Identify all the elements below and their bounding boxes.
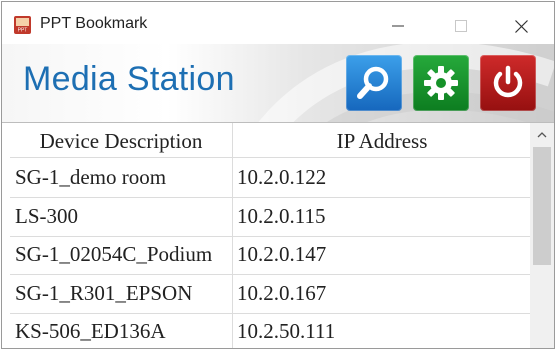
device-description: KS-506_ED136A [15,319,166,343]
table-row[interactable]: SG-1_demo room 10.2.0.122 [10,159,530,198]
device-description: SG-1_demo room [15,165,167,189]
scrollbar-thumb[interactable] [533,147,551,265]
maximize-icon [455,20,467,32]
power-icon [493,65,523,98]
minimize-icon [392,25,404,27]
ip-address: 10.2.50.111 [237,319,336,343]
device-description: SG-1_R301_EPSON [15,281,193,305]
ip-address: 10.2.0.115 [237,204,326,228]
gear-icon [424,66,458,100]
power-button[interactable] [480,55,536,111]
app-window: PPT PPT Bookmark Media Station Device De… [1,1,555,349]
table-row[interactable]: SG-1_R301_EPSON 10.2.0.167 [10,275,530,314]
window-title: PPT Bookmark [40,15,148,32]
table-row[interactable]: KS-506_ED136A 10.2.50.111 [10,313,530,348]
column-header-ip[interactable]: IP Address [234,129,530,154]
app-icon-text: PPT [18,28,28,34]
ip-address: 10.2.0.122 [237,165,327,189]
search-button[interactable] [346,55,402,111]
close-icon [514,19,528,33]
column-header-description[interactable]: Device Description [10,129,232,154]
device-description: LS-300 [15,204,78,228]
device-table: Device Description IP Address SG-1_demo … [2,122,554,348]
settings-button[interactable] [413,55,469,111]
maximize-button[interactable] [438,8,484,44]
minimize-button[interactable] [375,8,421,44]
title-bar[interactable]: PPT PPT Bookmark [2,2,554,48]
device-description: SG-1_02054C_Podium [15,242,213,266]
scroll-up-button[interactable] [530,123,554,145]
presentation-app-icon: PPT [14,16,31,34]
vertical-scrollbar[interactable] [530,123,554,348]
ip-address: 10.2.0.147 [237,242,327,266]
close-button[interactable] [498,8,544,44]
magnifier-icon [357,66,389,99]
table-row[interactable]: SG-1_02054C_Podium 10.2.0.147 [10,236,530,275]
page-title: Media Station [23,60,235,98]
table-row[interactable]: LS-300 10.2.0.115 [10,198,530,237]
app-header: Media Station [2,44,554,122]
chevron-up-icon [537,131,547,137]
ip-address: 10.2.0.167 [237,281,327,305]
table-header: Device Description IP Address [10,123,530,158]
